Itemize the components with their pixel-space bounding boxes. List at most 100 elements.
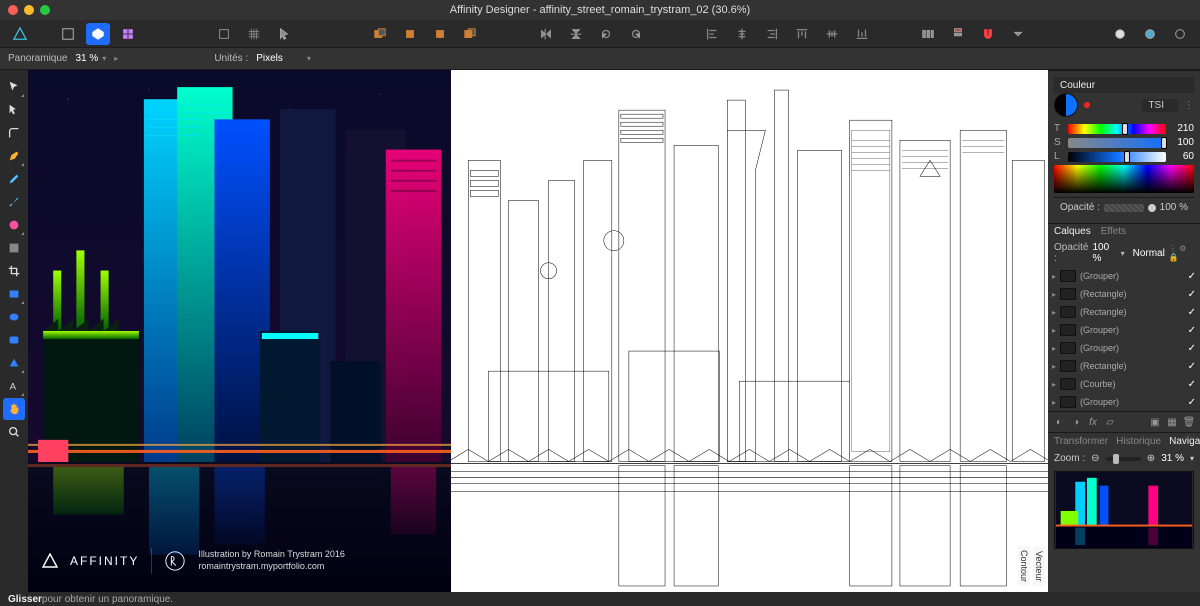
magnet-icon[interactable] [976,23,1000,45]
align-left-icon[interactable] [700,23,724,45]
dropdown-icon[interactable] [1006,23,1030,45]
distribute-v-icon[interactable] [946,23,970,45]
layer-row[interactable]: ▸(Rectangle)✓ [1048,357,1200,375]
align-bottom-icon[interactable] [850,23,874,45]
layer-row[interactable]: ▸(Grouper)✓ [1048,339,1200,357]
move-tool-icon[interactable] [3,76,25,98]
arrange-back-icon[interactable] [368,23,392,45]
blend-mode-dropdown[interactable]: Normal [1133,248,1165,259]
zoom-stepper[interactable]: ▸ [114,54,118,63]
flip-v-icon[interactable] [564,23,588,45]
visibility-check-icon[interactable]: ✓ [1188,307,1196,318]
align-right-icon[interactable] [760,23,784,45]
disclosure-icon[interactable]: ▸ [1052,344,1056,353]
text-tool-icon[interactable]: A [3,375,25,397]
layer-folder-icon[interactable]: ▣ [1148,415,1162,429]
disclosure-icon[interactable]: ▸ [1052,290,1056,299]
rotate-cw-icon[interactable] [624,23,648,45]
disclosure-icon[interactable]: ▸ [1052,398,1056,407]
tab-navigator[interactable]: Navigateur [1169,436,1200,447]
shape-triangle-icon[interactable] [3,352,25,374]
lightness-slider[interactable] [1068,152,1166,162]
tab-layers[interactable]: Calques [1054,226,1091,237]
hue-slider[interactable] [1068,124,1166,134]
disclosure-icon[interactable]: ▸ [1052,272,1056,281]
layer-crop-icon[interactable]: ▱ [1103,415,1117,429]
layer-row[interactable]: ▸(Grouper)✓ [1048,393,1200,411]
saturation-slider[interactable] [1068,138,1166,148]
zoom-field[interactable]: 31 %▾ [75,53,106,64]
view-mode-1-icon[interactable] [1108,23,1132,45]
canvas-area[interactable]: AFFINITY Illustration by Romain Trystram… [28,70,1048,592]
colour-panel-title[interactable]: Couleur [1060,80,1095,91]
shape-ellipse-icon[interactable] [3,306,25,328]
fill-tool-icon[interactable] [3,214,25,236]
navigator-preview[interactable] [1054,471,1194,549]
pen-tool-icon[interactable] [3,145,25,167]
disclosure-icon[interactable]: ▸ [1052,362,1056,371]
crop-tool-icon[interactable] [3,260,25,282]
opacity-slider[interactable] [1104,204,1144,212]
shape-rect-icon[interactable] [3,283,25,305]
layer-opacity-value[interactable]: 100 % [1092,242,1116,264]
secondary-swatch[interactable] [1084,102,1090,108]
layer-row[interactable]: ▸(Rectangle)✓ [1048,285,1200,303]
view-mode-2-icon[interactable] [1138,23,1162,45]
zoom-in-icon[interactable]: ⊕ [1147,453,1155,464]
layer-row[interactable]: ▸(Rectangle)✓ [1048,303,1200,321]
layer-add-icon[interactable]: ▦ [1165,415,1179,429]
zoom-tool-icon[interactable] [3,421,25,443]
layer-fx-icon[interactable]: fx [1086,415,1100,429]
tab-effects[interactable]: Effets [1101,226,1126,237]
app-logo-icon[interactable] [8,23,32,45]
tab-transform[interactable]: Transformer [1054,436,1108,447]
wireframe-tab-vector[interactable]: Vecteur [1033,547,1045,586]
visibility-check-icon[interactable]: ✓ [1188,397,1196,408]
visibility-check-icon[interactable]: ✓ [1188,271,1196,282]
zoom-slider[interactable] [1106,457,1141,461]
pan-tool-icon[interactable] [3,398,25,420]
visibility-check-icon[interactable]: ✓ [1188,289,1196,300]
brush-tool-icon[interactable] [3,191,25,213]
zoom-out-icon[interactable]: ⊖ [1091,453,1099,464]
visibility-check-icon[interactable]: ✓ [1188,379,1196,390]
disclosure-icon[interactable]: ▸ [1052,308,1056,317]
opacity-value[interactable]: 100 % [1160,202,1188,213]
node-tool-icon[interactable] [3,99,25,121]
align-center-icon[interactable] [730,23,754,45]
disclosure-icon[interactable]: ▸ [1052,380,1056,389]
corner-tool-icon[interactable] [3,122,25,144]
zoom-value[interactable]: 31 % [1161,453,1184,464]
align-middle-icon[interactable] [820,23,844,45]
pointer-icon[interactable] [272,23,296,45]
tab-history[interactable]: Historique [1116,436,1161,447]
disclosure-icon[interactable]: ▸ [1052,326,1056,335]
view-mode-3-icon[interactable] [1168,23,1192,45]
colour-swatch[interactable] [1054,93,1078,117]
arrange-backward-icon[interactable] [398,23,422,45]
layer-row[interactable]: ▸(Courbe)✓ [1048,375,1200,393]
visibility-check-icon[interactable]: ✓ [1188,343,1196,354]
persona-draw-icon[interactable] [56,23,80,45]
colour-spectrum[interactable] [1054,165,1194,193]
units-field[interactable]: Pixels▾ [256,53,311,64]
layer-mask-icon[interactable]: ◐ [1052,415,1066,429]
wireframe-tab-outline[interactable]: Contour [1018,546,1030,586]
distribute-h-icon[interactable] [916,23,940,45]
arrange-forward-icon[interactable] [428,23,452,45]
layer-row[interactable]: ▸(Grouper)✓ [1048,321,1200,339]
align-top-icon[interactable] [790,23,814,45]
visibility-check-icon[interactable]: ✓ [1188,361,1196,372]
arrange-front-icon[interactable] [458,23,482,45]
persona-pixel-icon[interactable] [86,23,110,45]
layer-row[interactable]: ▸(Grouper)✓ [1048,267,1200,285]
rotate-ccw-icon[interactable] [594,23,618,45]
transparency-tool-icon[interactable] [3,237,25,259]
layer-adjust-icon[interactable]: ◑ [1069,415,1083,429]
visibility-check-icon[interactable]: ✓ [1188,325,1196,336]
layer-delete-icon[interactable]: 🗑 [1182,415,1196,429]
colour-mode-dropdown[interactable]: TSI [1142,99,1178,112]
snap-icon[interactable] [212,23,236,45]
pencil-tool-icon[interactable] [3,168,25,190]
persona-export-icon[interactable] [116,23,140,45]
